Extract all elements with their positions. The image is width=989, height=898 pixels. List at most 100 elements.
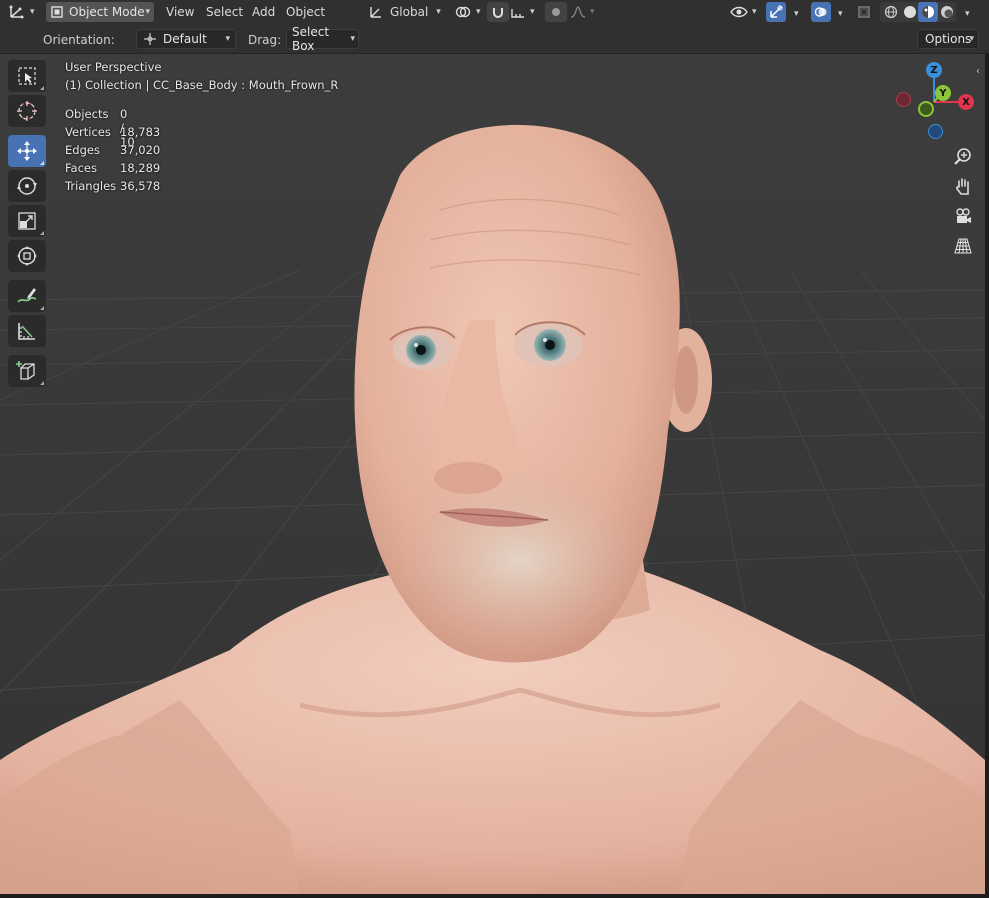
axis-y-button[interactable]: Y [935, 85, 951, 101]
overlays-options-dropdown[interactable]: ▾ [834, 5, 843, 19]
shading-options-dropdown[interactable]: ▾ [961, 5, 970, 19]
stat-value: 18,289 [120, 161, 161, 175]
camera-view-button[interactable] [950, 203, 976, 229]
stat-label: Edges [65, 143, 100, 157]
snap-target-select[interactable]: ▾ [510, 2, 540, 22]
object-mode-icon [50, 5, 64, 19]
tool-transform[interactable] [8, 240, 46, 272]
chevron-down-icon: ▾ [752, 7, 757, 17]
drag-dropdown[interactable]: Select Box ▾ [286, 25, 359, 53]
axis-neg-y-button[interactable] [918, 101, 934, 117]
proportional-edit-icon [550, 6, 562, 18]
editor-type-button[interactable]: ▾ [8, 2, 35, 22]
tool-annotate[interactable] [8, 280, 46, 312]
area-border-right [985, 54, 989, 898]
sidebar-toggle[interactable]: ‹ [976, 66, 985, 80]
shading-mode-group [880, 2, 956, 22]
gizmo-toggle[interactable] [766, 2, 786, 22]
stat-label: Objects [65, 107, 109, 121]
chevron-down-icon: ▾ [838, 9, 843, 19]
tool-variants-indicator [40, 306, 44, 310]
gizmo-options-dropdown[interactable]: ▾ [790, 5, 799, 19]
tool-add-cube[interactable] [8, 355, 46, 387]
snap-toggle[interactable] [487, 2, 509, 22]
stat-objects: Objects 0 / 10 [65, 107, 135, 149]
camera-icon [954, 207, 972, 225]
chevron-down-icon: ▾ [225, 34, 230, 44]
collection-path: (1) Collection | CC_Base_Body : Mouth_Fr… [65, 78, 339, 92]
orientation-field-label: Orientation: [43, 33, 115, 47]
tool-variants-indicator [40, 231, 44, 235]
axis-x-button[interactable]: X [958, 94, 974, 110]
annotate-icon [16, 285, 38, 307]
stat-label: Faces [65, 161, 97, 175]
3d-viewport[interactable]: User Perspective (1) Collection | CC_Bas… [0, 54, 985, 894]
tool-cursor[interactable] [8, 95, 46, 127]
tool-rotate[interactable] [8, 170, 46, 202]
tool-move[interactable] [8, 135, 46, 167]
stat-triangles: Triangles 36,578 [65, 179, 160, 193]
grid-ortho-icon [954, 237, 972, 255]
solid-shading-icon[interactable] [901, 3, 919, 21]
stat-value: 36,578 [120, 179, 161, 193]
scale-icon [17, 211, 37, 231]
overlays-toggle[interactable] [811, 2, 831, 22]
orientation-dropdown[interactable]: Default ▾ [136, 29, 236, 49]
stat-vertices: Vertices 18,783 [65, 125, 160, 139]
transform-orientation-select[interactable]: Global ▾ [368, 2, 446, 22]
chevron-down-icon: ▾ [590, 7, 595, 17]
chevron-down-icon: ▾ [794, 9, 799, 19]
menu-add[interactable]: Add [252, 5, 275, 19]
axis-neg-x-button[interactable] [896, 92, 911, 107]
tool-variants-indicator [40, 381, 44, 385]
gizmo-icon [769, 5, 783, 19]
axis-neg-z-button[interactable] [928, 124, 943, 139]
menu-view[interactable]: View [166, 5, 194, 19]
chevron-down-icon: ▾ [350, 34, 355, 44]
tool-measure[interactable] [8, 315, 46, 347]
falloff-curve-icon [570, 5, 586, 19]
magnet-icon [491, 5, 505, 19]
chevron-down-icon: ▾ [530, 7, 535, 17]
area-border-bottom [0, 894, 989, 898]
chevron-down-icon: ▾ [965, 9, 970, 19]
stat-faces: Faces 18,289 [65, 161, 160, 175]
chevron-down-icon: ▾ [30, 7, 35, 17]
ortho-toggle-button[interactable] [950, 233, 976, 259]
pan-button[interactable] [950, 173, 976, 199]
transform-icon [16, 245, 38, 267]
hand-pan-icon [954, 177, 972, 195]
stat-value: 18,783 [120, 125, 161, 139]
eye-icon [730, 5, 748, 19]
menu-select[interactable]: Select [206, 5, 243, 19]
falloff-select[interactable]: ▾ [570, 2, 596, 22]
chevron-down-icon: ▾ [145, 7, 150, 17]
wireframe-shading-icon[interactable] [882, 3, 900, 21]
cursor-icon [16, 100, 38, 122]
options-label: Options [925, 32, 972, 46]
menu-object[interactable]: Object [286, 5, 325, 19]
rendered-shading-icon[interactable] [938, 3, 956, 21]
mode-select[interactable]: Object Mode ▾ [46, 2, 154, 22]
snap-increment-icon [510, 5, 526, 19]
zoom-button[interactable] [950, 143, 976, 169]
proportional-editing-toggle[interactable] [545, 2, 567, 22]
pivot-point-button[interactable]: ▾ [454, 2, 484, 22]
xray-toggle[interactable] [857, 2, 875, 22]
tool-variants-indicator [40, 161, 44, 165]
stat-value: 37,020 [120, 143, 161, 157]
material-preview-shading-icon[interactable] [918, 2, 938, 22]
tool-select-box[interactable] [8, 60, 46, 92]
overlays-icon [814, 5, 828, 19]
chevron-down-icon: ▾ [436, 7, 441, 17]
chevron-down-icon: ▾ [476, 7, 481, 17]
pivot-icon [454, 4, 472, 20]
visibility-select[interactable]: ▾ [730, 2, 762, 22]
axis-z-button[interactable]: Z [926, 62, 942, 78]
orientation-icon [368, 4, 384, 20]
orientation-default-icon [143, 32, 157, 46]
options-dropdown[interactable]: Options ▾ [917, 29, 979, 49]
measure-icon [16, 320, 38, 342]
stat-label: Triangles [65, 179, 117, 193]
tool-scale[interactable] [8, 205, 46, 237]
